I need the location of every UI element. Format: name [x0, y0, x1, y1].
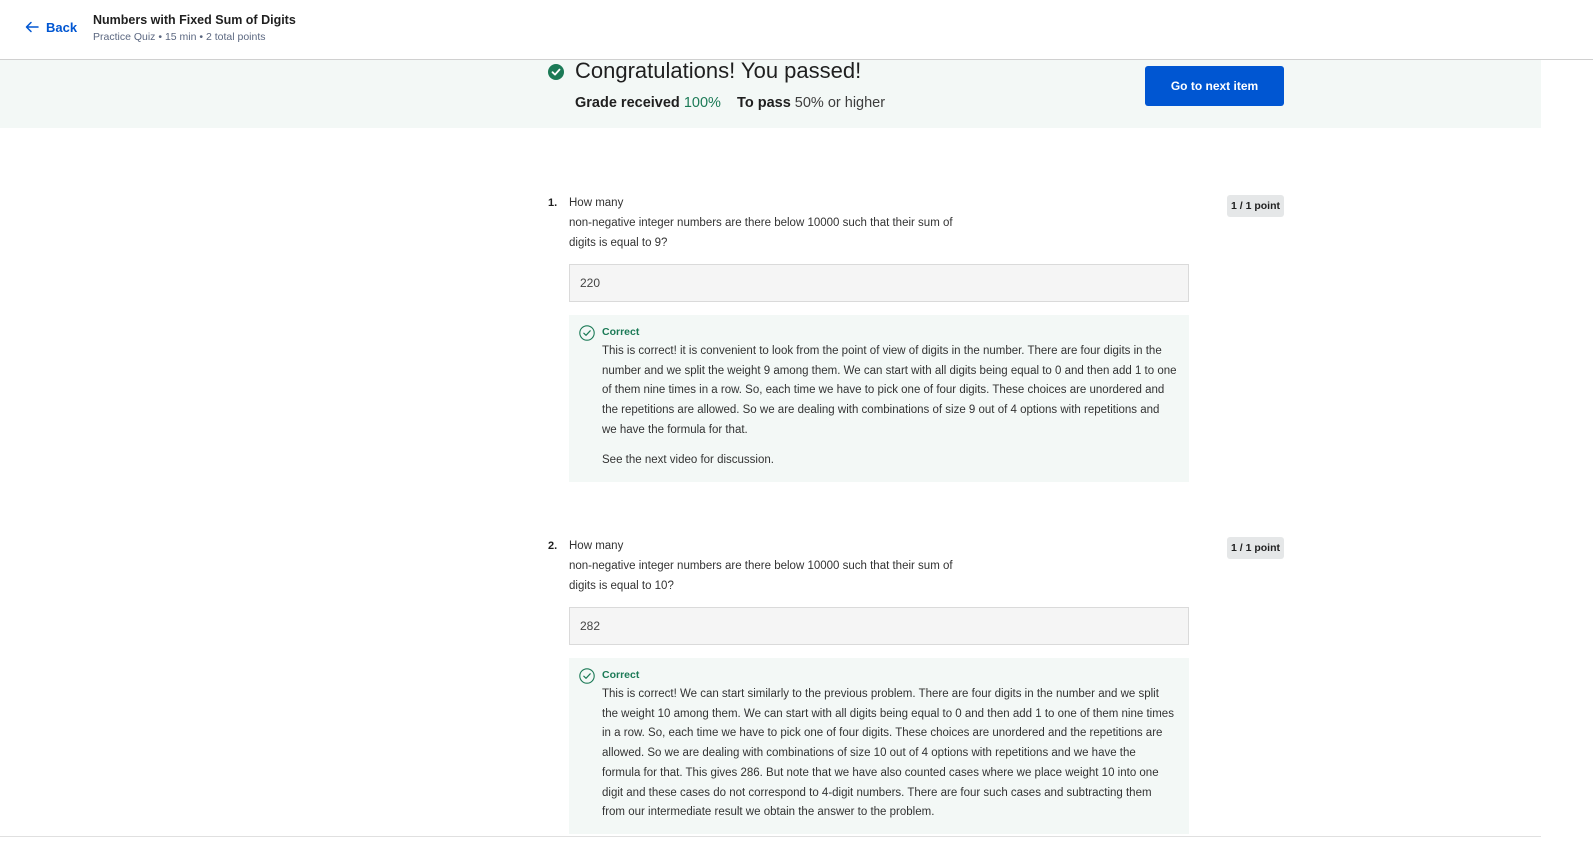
next-item-button[interactable]: Go to next item — [1145, 66, 1284, 106]
check-circle-outline-icon — [579, 668, 595, 684]
feedback-panel: Correct This is correct! We can start si… — [569, 658, 1189, 834]
grade-label: Grade received — [575, 95, 680, 111]
back-label: Back — [46, 19, 78, 35]
question-text-line: digits is equal to 9? — [569, 237, 668, 249]
check-circle-outline-icon — [579, 325, 595, 341]
quiz-meta: Practice Quiz • 15 min • 2 total points — [93, 31, 266, 43]
feedback-note: See the next video for discussion. — [602, 454, 774, 466]
feedback-label: Correct — [602, 669, 640, 681]
question-text: How many non-negative integer numbers ar… — [569, 193, 999, 253]
question-text-line: How many — [569, 197, 624, 209]
question-number: 1. — [548, 197, 558, 209]
points-badge: 1 / 1 point — [1227, 195, 1284, 217]
question-text-line: non-negative integer numbers are there b… — [569, 217, 953, 229]
question-text: How many non-negative integer numbers ar… — [569, 536, 999, 596]
back-button[interactable]: Back — [24, 19, 77, 35]
question-text-line: digits is equal to 10? — [569, 580, 674, 592]
passed-heading: Congratulations! You passed! — [575, 58, 862, 83]
quiz-title: Numbers with Fixed Sum of Digits — [93, 13, 296, 27]
feedback-text: This is correct! We can start similarly … — [602, 688, 1174, 819]
answer-field: 220 — [569, 264, 1189, 302]
quiz-title-block: Numbers with Fixed Sum of Digits Practic… — [93, 13, 296, 43]
grade-summary: Grade received 100% To pass 50% or highe… — [575, 95, 885, 111]
pass-value: 50% or higher — [794, 95, 886, 111]
arrow-left-icon — [25, 21, 39, 33]
question-text-line: How many — [569, 540, 624, 552]
check-circle-icon — [548, 64, 564, 80]
question-number: 2. — [548, 540, 558, 552]
pass-label: To pass — [737, 95, 791, 111]
points-badge: 1 / 1 point — [1227, 537, 1284, 559]
question-text-line: non-negative integer numbers are there b… — [569, 560, 953, 572]
feedback-label: Correct — [602, 326, 640, 338]
divider — [0, 836, 1541, 837]
grade-value: 100% — [683, 95, 721, 111]
top-bar: Back Numbers with Fixed Sum of Digits Pr… — [0, 0, 1593, 60]
answer-field: 282 — [569, 607, 1189, 645]
feedback-panel: Correct This is correct! it is convenien… — [569, 315, 1189, 482]
feedback-text: This is correct! it is convenient to loo… — [602, 345, 1177, 436]
